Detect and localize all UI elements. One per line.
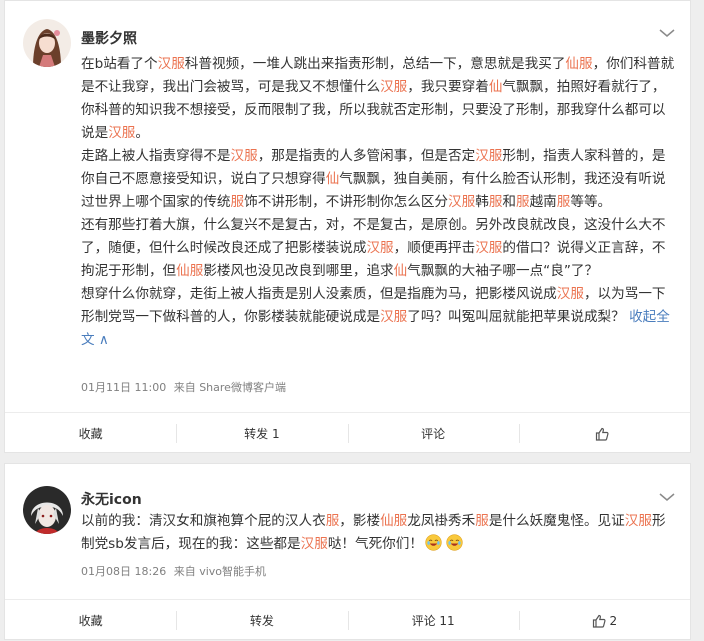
repost-button[interactable]: 转发	[176, 600, 347, 641]
post-text: 在b站看了个汉服科普视频，一堆人跳出来指责形制，总结一下，意思就是我买了仙服，你…	[81, 53, 676, 352]
post-text-segment: 了吗？叫冤叫屈就能把苹果说成梨？	[407, 309, 630, 325]
username[interactable]: 永无icon	[81, 489, 142, 509]
keyword-highlight: 仙	[325, 171, 340, 187]
action-bar: 收藏 转发 1 评论	[5, 412, 690, 454]
keyword-highlight: 服	[230, 194, 245, 210]
keyword-highlight: 仙服	[380, 513, 408, 529]
avatar[interactable]	[23, 486, 71, 534]
post-paragraph: 想穿什么你就穿，走街上被人指责是别人没素质，但是指鹿为马，把影楼风说成汉服，以为…	[81, 283, 676, 352]
keyword-highlight: 汉服	[230, 148, 258, 164]
keyword-highlight: 汉服	[624, 513, 652, 529]
comment-label: 评论 11	[411, 614, 455, 628]
keyword-highlight: 仙服	[176, 263, 204, 279]
post-text-segment: 哒！气死你们！	[327, 536, 423, 552]
keyword-highlight: 汉服	[380, 79, 408, 95]
keyword-highlight: 服	[475, 513, 489, 529]
post-text-segment: 想穿什么你就穿，走街上被人指责是别人没素质，但是指鹿为马，把影楼风说成	[81, 286, 557, 302]
favorite-button[interactable]: 收藏	[5, 600, 176, 641]
post-text-segment: ，我只要穿着	[407, 79, 489, 95]
keyword-highlight: 汉服	[366, 240, 394, 256]
thumbs-up-icon	[595, 427, 609, 441]
chevron-down-icon[interactable]	[656, 25, 678, 41]
keyword-highlight: 仙服	[565, 56, 593, 72]
post-source: 来自 vivo智能手机	[173, 565, 267, 578]
favorite-label: 收藏	[78, 614, 103, 628]
post-source: 来自 Share微博客户端	[173, 381, 286, 394]
post-text-segment: ，顺便再抨击	[393, 240, 476, 256]
keyword-highlight: 服	[325, 513, 340, 529]
action-bar: 收藏 转发 评论 11 2	[5, 599, 690, 641]
keyword-highlight: 汉服	[448, 194, 476, 210]
chevron-down-icon[interactable]	[656, 489, 678, 505]
comment-button[interactable]: 评论	[347, 413, 519, 454]
keyword-highlight: 服	[516, 194, 530, 210]
post-text-segment: 等等。	[570, 194, 612, 210]
keyword-highlight: 汉服	[108, 125, 136, 141]
post-date[interactable]: 01月11日 11:00	[81, 381, 166, 394]
keyword-highlight: 汉服	[556, 286, 584, 302]
post-text-segment: 是什么妖魔鬼怪。见证	[488, 513, 625, 529]
post-text-segment: 科普视频，一堆人跳出来指责形制，总结一下，意思就是我买了	[184, 56, 566, 72]
post-paragraph: 走路上被人指责穿得不是汉服，那是指责的人多管闲事，但是否定汉服形制，指责人家科普…	[81, 145, 676, 214]
comment-label: 评论	[421, 427, 446, 441]
favorite-label: 收藏	[78, 427, 103, 441]
post-text-segment: 气飘飘的大袖子哪一点“良”了？	[407, 263, 599, 279]
like-button[interactable]: 2	[518, 600, 690, 641]
keyword-highlight: 汉服	[380, 309, 408, 325]
keyword-highlight: 仙	[393, 263, 408, 279]
like-button[interactable]	[518, 413, 690, 454]
keyword-highlight: 汉服	[300, 536, 328, 552]
laugh-cry-emoji-icon	[425, 534, 442, 551]
keyword-highlight: 仙	[488, 79, 503, 95]
post-text-segment: 在b站看了个	[81, 56, 158, 72]
post-text-segment: 越南	[529, 194, 557, 210]
keyword-highlight: 汉服	[157, 56, 185, 72]
post-text-segment: 龙凤褂秀禾	[407, 513, 476, 529]
comment-button[interactable]: 评论 11	[347, 600, 519, 641]
like-count: 2	[609, 613, 618, 628]
post-text-segment: ，影楼	[339, 513, 381, 529]
username[interactable]: 墨影夕照	[81, 28, 137, 48]
post-meta: 01月11日 11:00 来自 Share微博客户端	[81, 379, 290, 395]
post-text-segment: 影楼风也没见改良到哪里，追求	[203, 263, 394, 279]
repost-button[interactable]: 转发 1	[176, 413, 347, 454]
post-text-segment: 。	[135, 125, 149, 141]
keyword-highlight: 服	[488, 194, 503, 210]
post-text-segment: 韩	[475, 194, 489, 210]
laugh-cry-emoji-icon	[446, 534, 463, 551]
post-text-segment: ，那是指责的人多管闲事，但是否定	[257, 148, 476, 164]
keyword-highlight: 服	[556, 194, 571, 210]
post-text-segment: 饰不讲形制，不讲形制你怎么区分	[244, 194, 449, 210]
favorite-button[interactable]: 收藏	[5, 413, 176, 454]
keyword-highlight: 汉服	[475, 148, 503, 164]
repost-label: 转发	[249, 614, 274, 628]
weibo-card-1: 墨影夕照 在b站看了个汉服科普视频，一堆人跳出来指责形制，总结一下，意思就是我买…	[4, 0, 691, 453]
post-text-segment: 和	[502, 194, 516, 210]
post-text: 以前的我：清汉女和旗袍算个屁的汉人衣服，影楼仙服龙凤褂秀禾服是什么妖魔鬼怪。见证…	[81, 510, 676, 556]
post-paragraph: 在b站看了个汉服科普视频，一堆人跳出来指责形制，总结一下，意思就是我买了仙服，你…	[81, 53, 676, 145]
avatar[interactable]	[23, 19, 71, 67]
post-paragraph: 还有那些打着大旗，什么复兴不是复古，对，不是复古，是原创。另外改良就改良，这没什…	[81, 214, 676, 283]
post-text-segment: 以前的我：清汉女和旗袍算个屁的汉人衣	[81, 513, 326, 529]
thumbs-up-icon	[592, 614, 606, 628]
keyword-highlight: 汉服	[475, 240, 503, 256]
weibo-card-2: 永无icon 以前的我：清汉女和旗袍算个屁的汉人衣服，影楼仙服龙凤褂秀禾服是什么…	[4, 463, 691, 640]
repost-label: 转发 1	[244, 427, 280, 441]
post-text-segment: 走路上被人指责穿得不是	[81, 148, 231, 164]
post-date[interactable]: 01月08日 18:26	[81, 565, 166, 578]
post-meta: 01月08日 18:26 来自 vivo智能手机	[81, 563, 270, 579]
